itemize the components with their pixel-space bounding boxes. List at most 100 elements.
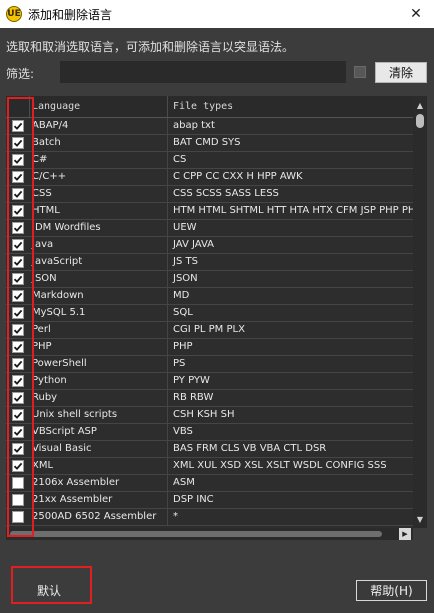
- row-check-cell: [6, 475, 30, 491]
- checked-checkbox[interactable]: [12, 341, 24, 353]
- checkmark-icon: [13, 428, 23, 436]
- row-check-cell: [6, 492, 30, 508]
- table-row[interactable]: ABAP/4 abap txt: [6, 118, 413, 135]
- checked-checkbox[interactable]: [12, 426, 24, 438]
- checked-checkbox[interactable]: [12, 222, 24, 234]
- checked-checkbox[interactable]: [12, 358, 24, 370]
- scroll-right-icon[interactable]: ▶: [399, 528, 411, 540]
- table-row[interactable]: XML XML XUL XSD XSL XSLT WSDL CONFIG SSS: [6, 458, 413, 475]
- table-row[interactable]: Python PY PYW: [6, 373, 413, 390]
- checked-checkbox[interactable]: [12, 409, 24, 421]
- row-language: IDM Wordfiles: [30, 220, 168, 236]
- checkmark-icon: [13, 394, 23, 402]
- table-row[interactable]: Unix shell scripts CSH KSH SH: [6, 407, 413, 424]
- table-row[interactable]: JSON JSON: [6, 271, 413, 288]
- row-language: JavaScript: [30, 254, 168, 270]
- close-icon[interactable]: ✕: [398, 0, 434, 28]
- checked-checkbox[interactable]: [12, 460, 24, 472]
- row-check-cell: [6, 424, 30, 440]
- row-language: Perl: [30, 322, 168, 338]
- help-button[interactable]: 帮助(H): [356, 580, 427, 601]
- default-button[interactable]: 默认: [17, 580, 81, 601]
- row-file-types: BAS FRM CLS VB VBA CTL DSR: [173, 443, 327, 454]
- window-title: 添加和删除语言: [28, 7, 113, 22]
- checked-checkbox[interactable]: [12, 290, 24, 302]
- table-row[interactable]: C/C++ C CPP CC CXX H HPP AWK: [6, 169, 413, 186]
- row-language: HTML: [30, 203, 168, 219]
- horizontal-scroll-thumb[interactable]: [10, 531, 382, 537]
- table-row[interactable]: IDM Wordfiles UEW: [6, 220, 413, 237]
- row-language: CSS: [30, 186, 168, 202]
- checked-checkbox[interactable]: [12, 205, 24, 217]
- app-icon: UE: [6, 6, 22, 22]
- row-file-types: RB RBW: [173, 392, 214, 403]
- row-language: 2500AD 6502 Assembler: [30, 509, 168, 525]
- row-check-cell: [6, 407, 30, 423]
- row-language: ABAP/4: [30, 118, 168, 134]
- filter-checkbox[interactable]: [354, 66, 366, 78]
- row-language: C#: [30, 152, 168, 168]
- row-language: 2106x Assembler: [30, 475, 168, 491]
- table-row[interactable]: 2500AD 6502 Assembler *: [6, 509, 413, 526]
- row-language: VBScript ASP: [30, 424, 168, 440]
- checked-checkbox[interactable]: [12, 137, 24, 149]
- checkmark-icon: [13, 377, 23, 385]
- table-row[interactable]: CSS CSS SCSS SASS LESS: [6, 186, 413, 203]
- row-language: Unix shell scripts: [30, 407, 168, 423]
- row-check-cell: [6, 254, 30, 270]
- unchecked-checkbox[interactable]: [12, 494, 24, 506]
- table-row[interactable]: 21xx Assembler DSP INC: [6, 492, 413, 509]
- table-row[interactable]: VBScript ASP VBS: [6, 424, 413, 441]
- table-row[interactable]: JavaScript JS TS: [6, 254, 413, 271]
- scroll-up-icon[interactable]: ▲: [413, 98, 427, 112]
- checked-checkbox[interactable]: [12, 273, 24, 285]
- checked-checkbox[interactable]: [12, 171, 24, 183]
- row-check-cell: [6, 186, 30, 202]
- vertical-scroll-thumb[interactable]: [416, 114, 424, 128]
- checked-checkbox[interactable]: [12, 392, 24, 404]
- checked-checkbox[interactable]: [12, 375, 24, 387]
- unchecked-checkbox[interactable]: [12, 511, 24, 523]
- table-row[interactable]: HTML HTM HTML SHTML HTT HTA HTX CFM JSP P…: [6, 203, 413, 220]
- checked-checkbox[interactable]: [12, 120, 24, 132]
- checkmark-icon: [13, 411, 23, 419]
- checkmark-icon: [13, 445, 23, 453]
- table-row[interactable]: Batch BAT CMD SYS: [6, 135, 413, 152]
- row-check-cell: [6, 373, 30, 389]
- checkmark-icon: [13, 292, 23, 300]
- checked-checkbox[interactable]: [12, 324, 24, 336]
- table-row[interactable]: MySQL 5.1 SQL: [6, 305, 413, 322]
- row-language: C/C++: [30, 169, 168, 185]
- clear-button[interactable]: 清除: [375, 62, 427, 83]
- table-row[interactable]: PowerShell PS: [6, 356, 413, 373]
- table-row[interactable]: Visual Basic BAS FRM CLS VB VBA CTL DSR: [6, 441, 413, 458]
- horizontal-scrollbar[interactable]: ▶: [6, 528, 413, 540]
- table-row[interactable]: Ruby RB RBW: [6, 390, 413, 407]
- unchecked-checkbox[interactable]: [12, 477, 24, 489]
- row-check-cell: [6, 271, 30, 287]
- checked-checkbox[interactable]: [12, 443, 24, 455]
- row-file-types: *: [173, 511, 178, 522]
- checked-checkbox[interactable]: [12, 239, 24, 251]
- filter-input[interactable]: [60, 61, 346, 83]
- checked-checkbox[interactable]: [12, 256, 24, 268]
- checked-checkbox[interactable]: [12, 307, 24, 319]
- checkmark-icon: [13, 207, 23, 215]
- table-row[interactable]: PHP PHP: [6, 339, 413, 356]
- vertical-scrollbar[interactable]: ▲ ▼: [413, 96, 427, 528]
- table-row[interactable]: Java JAV JAVA: [6, 237, 413, 254]
- table-row[interactable]: C# CS: [6, 152, 413, 169]
- row-language: Visual Basic: [30, 441, 168, 457]
- checked-checkbox[interactable]: [12, 188, 24, 200]
- table-row[interactable]: Perl CGI PL PM PLX: [6, 322, 413, 339]
- table-row[interactable]: 2106x Assembler ASM: [6, 475, 413, 492]
- table-row[interactable]: Markdown MD: [6, 288, 413, 305]
- checked-checkbox[interactable]: [12, 154, 24, 166]
- scroll-down-icon[interactable]: ▼: [413, 512, 427, 526]
- row-file-types: VBS: [173, 426, 193, 437]
- checkmark-icon: [13, 309, 23, 317]
- row-check-cell: [6, 305, 30, 321]
- header-file-types[interactable]: File types: [168, 96, 413, 117]
- row-check-cell: [6, 356, 30, 372]
- header-language[interactable]: Language: [30, 96, 168, 117]
